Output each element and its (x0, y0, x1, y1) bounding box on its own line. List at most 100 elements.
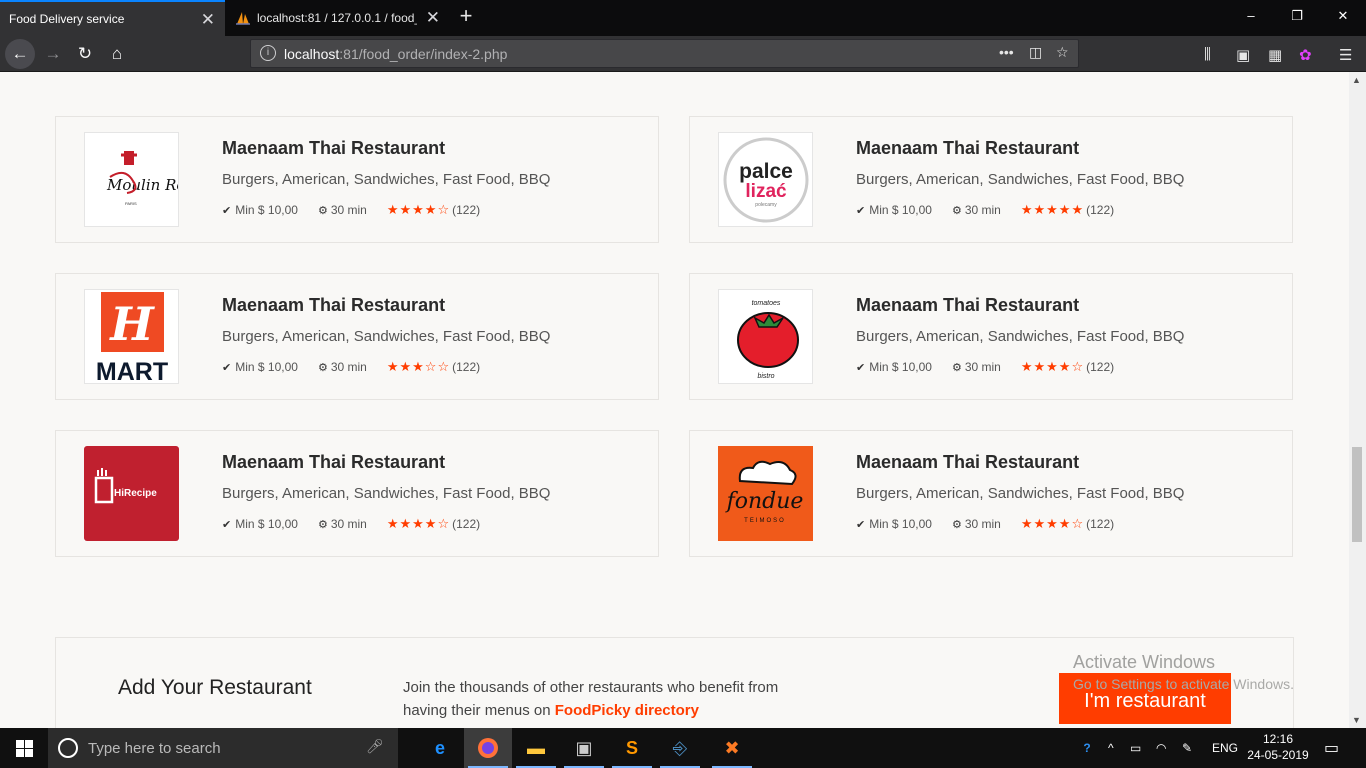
restaurant-card[interactable]: Moulin Rouge PARIS Maenaam Thai Restaura… (55, 116, 659, 243)
taskbar-clock[interactable]: 12:16 24-05-2019 (1244, 731, 1312, 763)
microphone-icon[interactable]: 🎤︎ (366, 738, 384, 755)
restaurant-cuisine: Burgers, American, Sandwiches, Fast Food… (856, 171, 1185, 188)
close-tab-icon[interactable]: ✕ (201, 10, 215, 30)
xampp-icon[interactable]: ✖ (708, 728, 756, 768)
address-bar[interactable]: i localhost:81/food_order/index-2.php ••… (250, 39, 1079, 68)
check-icon: ✔ (222, 518, 232, 531)
restaurant-cuisine: Burgers, American, Sandwiches, Fast Food… (856, 485, 1185, 502)
svg-text:MART: MART (96, 358, 168, 384)
windows-logo-icon (15, 739, 33, 757)
tab-food-delivery[interactable]: Food Delivery service ✕ (0, 0, 225, 36)
notifications-icon[interactable]: ▭ (1324, 728, 1339, 768)
rating-count: (122) (1086, 517, 1115, 531)
restaurant-logo[interactable]: HiRecipe (84, 446, 179, 541)
tomatoes-bistro-logo: tomatoes bistro (737, 300, 799, 380)
restaurant-cuisine: Burgers, American, Sandwiches, Fast Food… (222, 485, 551, 502)
pen-icon[interactable]: ✎ (1182, 728, 1192, 768)
firefox-icon[interactable] (464, 728, 512, 768)
restore-icon[interactable]: ❐ (1274, 0, 1320, 32)
search-placeholder: Type here to search (88, 740, 221, 757)
svg-text:lizać: lizać (745, 181, 787, 202)
fondue-teimoso-logo: fondue TEIMOSO (718, 446, 813, 541)
restaurant-card[interactable]: H MART Maenaam Thai Restaurant Burgers, … (55, 273, 659, 400)
svg-text:HiRecipe: HiRecipe (114, 488, 157, 499)
min-order: Min $ 10,00 (235, 360, 298, 374)
scroll-down-icon[interactable]: ▼ (1352, 715, 1361, 725)
restaurant-logo[interactable]: fondue TEIMOSO (718, 446, 813, 541)
scroll-up-icon[interactable]: ▲ (1352, 75, 1361, 85)
restaurant-logo[interactable]: H MART (84, 289, 179, 384)
battery-icon[interactable]: ▭ (1130, 728, 1141, 768)
show-hidden-icons[interactable]: ^ (1108, 728, 1114, 768)
restaurant-logo[interactable]: Moulin Rouge PARIS (84, 132, 179, 227)
svg-text:bistro: bistro (757, 373, 774, 380)
restaurant-card[interactable]: HiRecipe Maenaam Thai Restaurant Burgers… (55, 430, 659, 557)
command-prompt-icon[interactable]: ▣ (560, 728, 608, 768)
delivery-time: 30 min (330, 517, 367, 531)
motorcycle-icon: ⚙ (951, 204, 962, 217)
windows-start-button[interactable] (0, 728, 48, 768)
motorcycle-icon: ⚙ (317, 361, 328, 374)
restaurant-meta: ✔ Min $ 10,00 ⚙ 30 min ★★★★☆ (122) (856, 359, 1114, 375)
close-tab-icon[interactable]: ✕ (426, 8, 440, 28)
scrollbar-thumb[interactable] (1352, 447, 1362, 542)
svg-text:polecamy: polecamy (755, 202, 777, 208)
restaurant-logo[interactable]: tomatoes bistro (718, 289, 813, 384)
page-scrollbar[interactable]: ▲ ▼ (1349, 72, 1366, 728)
activate-windows-watermark: Activate Windows (1073, 652, 1216, 672)
home-icon[interactable]: ⌂ (102, 39, 132, 69)
new-tab-icon[interactable]: + (454, 4, 478, 28)
foodpicky-link[interactable]: FoodPicky directory (555, 702, 699, 719)
check-icon: ✔ (856, 361, 866, 374)
min-order: Min $ 10,00 (869, 360, 932, 374)
bookmark-star-icon[interactable]: ☆ (1056, 44, 1069, 61)
restaurant-name[interactable]: Maenaam Thai Restaurant (856, 452, 1079, 473)
rating-stars: ★★★★☆ (1020, 516, 1085, 531)
page-actions-icon[interactable]: ••• (999, 44, 1014, 60)
restaurant-name[interactable]: Maenaam Thai Restaurant (222, 452, 445, 473)
restaurant-name[interactable]: Maenaam Thai Restaurant (222, 138, 445, 159)
tab-phpmyadmin[interactable]: localhost:81 / 127.0.0.1 / food_o ✕ (226, 0, 448, 36)
sidebar-icon[interactable]: ▣ (1236, 46, 1250, 64)
forward-arrow-icon[interactable]: → (38, 39, 68, 69)
python-icon[interactable]: ⎆ (656, 728, 704, 768)
reload-icon[interactable]: ↻ (70, 39, 100, 69)
restaurant-card[interactable]: tomatoes bistro Maenaam Thai Restaurant … (689, 273, 1293, 400)
delivery-time: 30 min (330, 360, 367, 374)
cortana-icon (58, 738, 78, 758)
restaurant-meta: ✔ Min $ 10,00 ⚙ 30 min ★★★★☆ (122) (222, 516, 480, 532)
motorcycle-icon: ⚙ (317, 518, 328, 531)
restaurant-meta: ✔ Min $ 10,00 ⚙ 30 min ★★★★★ (122) (856, 202, 1114, 218)
motorcycle-icon: ⚙ (951, 518, 962, 531)
back-arrow-icon[interactable]: ← (5, 39, 35, 69)
restaurant-card[interactable]: palce lizać polecamy Maenaam Thai Restau… (689, 116, 1293, 243)
wifi-icon[interactable]: ◠ (1156, 728, 1166, 768)
restaurant-meta: ✔ Min $ 10,00 ⚙ 30 min ★★★★☆ (122) (856, 516, 1114, 532)
restaurant-logo[interactable]: palce lizać polecamy (718, 132, 813, 227)
restaurant-name[interactable]: Maenaam Thai Restaurant (856, 138, 1079, 159)
restaurant-card[interactable]: fondue TEIMOSO Maenaam Thai Restaurant B… (689, 430, 1293, 557)
check-icon: ✔ (856, 518, 866, 531)
restaurant-name[interactable]: Maenaam Thai Restaurant (222, 295, 445, 316)
restaurant-cuisine: Burgers, American, Sandwiches, Fast Food… (222, 328, 551, 345)
help-icon[interactable]: ? (1076, 728, 1098, 768)
svg-text:tomatoes: tomatoes (752, 300, 781, 307)
extension-icon[interactable]: ▦ (1268, 46, 1282, 64)
color-picker-icon[interactable]: ✿ (1299, 46, 1312, 64)
moulin-rouge-logo: Moulin Rouge PARIS (106, 151, 178, 206)
taskbar-search-box[interactable]: Type here to search 🎤︎ (48, 728, 398, 768)
window-close-icon[interactable]: ✕ (1320, 0, 1366, 32)
input-language[interactable]: ENG (1212, 728, 1238, 768)
pocket-icon[interactable]: ◫ (1029, 44, 1042, 61)
min-order: Min $ 10,00 (869, 517, 932, 531)
edge-icon[interactable]: e (416, 728, 464, 768)
sublime-text-icon[interactable]: S (608, 728, 656, 768)
minimize-icon[interactable]: – (1228, 0, 1274, 32)
library-icon[interactable]: ⫼ (1204, 46, 1211, 63)
site-info-icon[interactable]: i (260, 45, 276, 61)
delivery-time: 30 min (964, 360, 1001, 374)
file-explorer-icon[interactable]: ▬ (512, 728, 560, 768)
menu-hamburger-icon[interactable]: ☰ (1339, 46, 1352, 64)
restaurant-name[interactable]: Maenaam Thai Restaurant (856, 295, 1079, 316)
delivery-time: 30 min (964, 203, 1001, 217)
